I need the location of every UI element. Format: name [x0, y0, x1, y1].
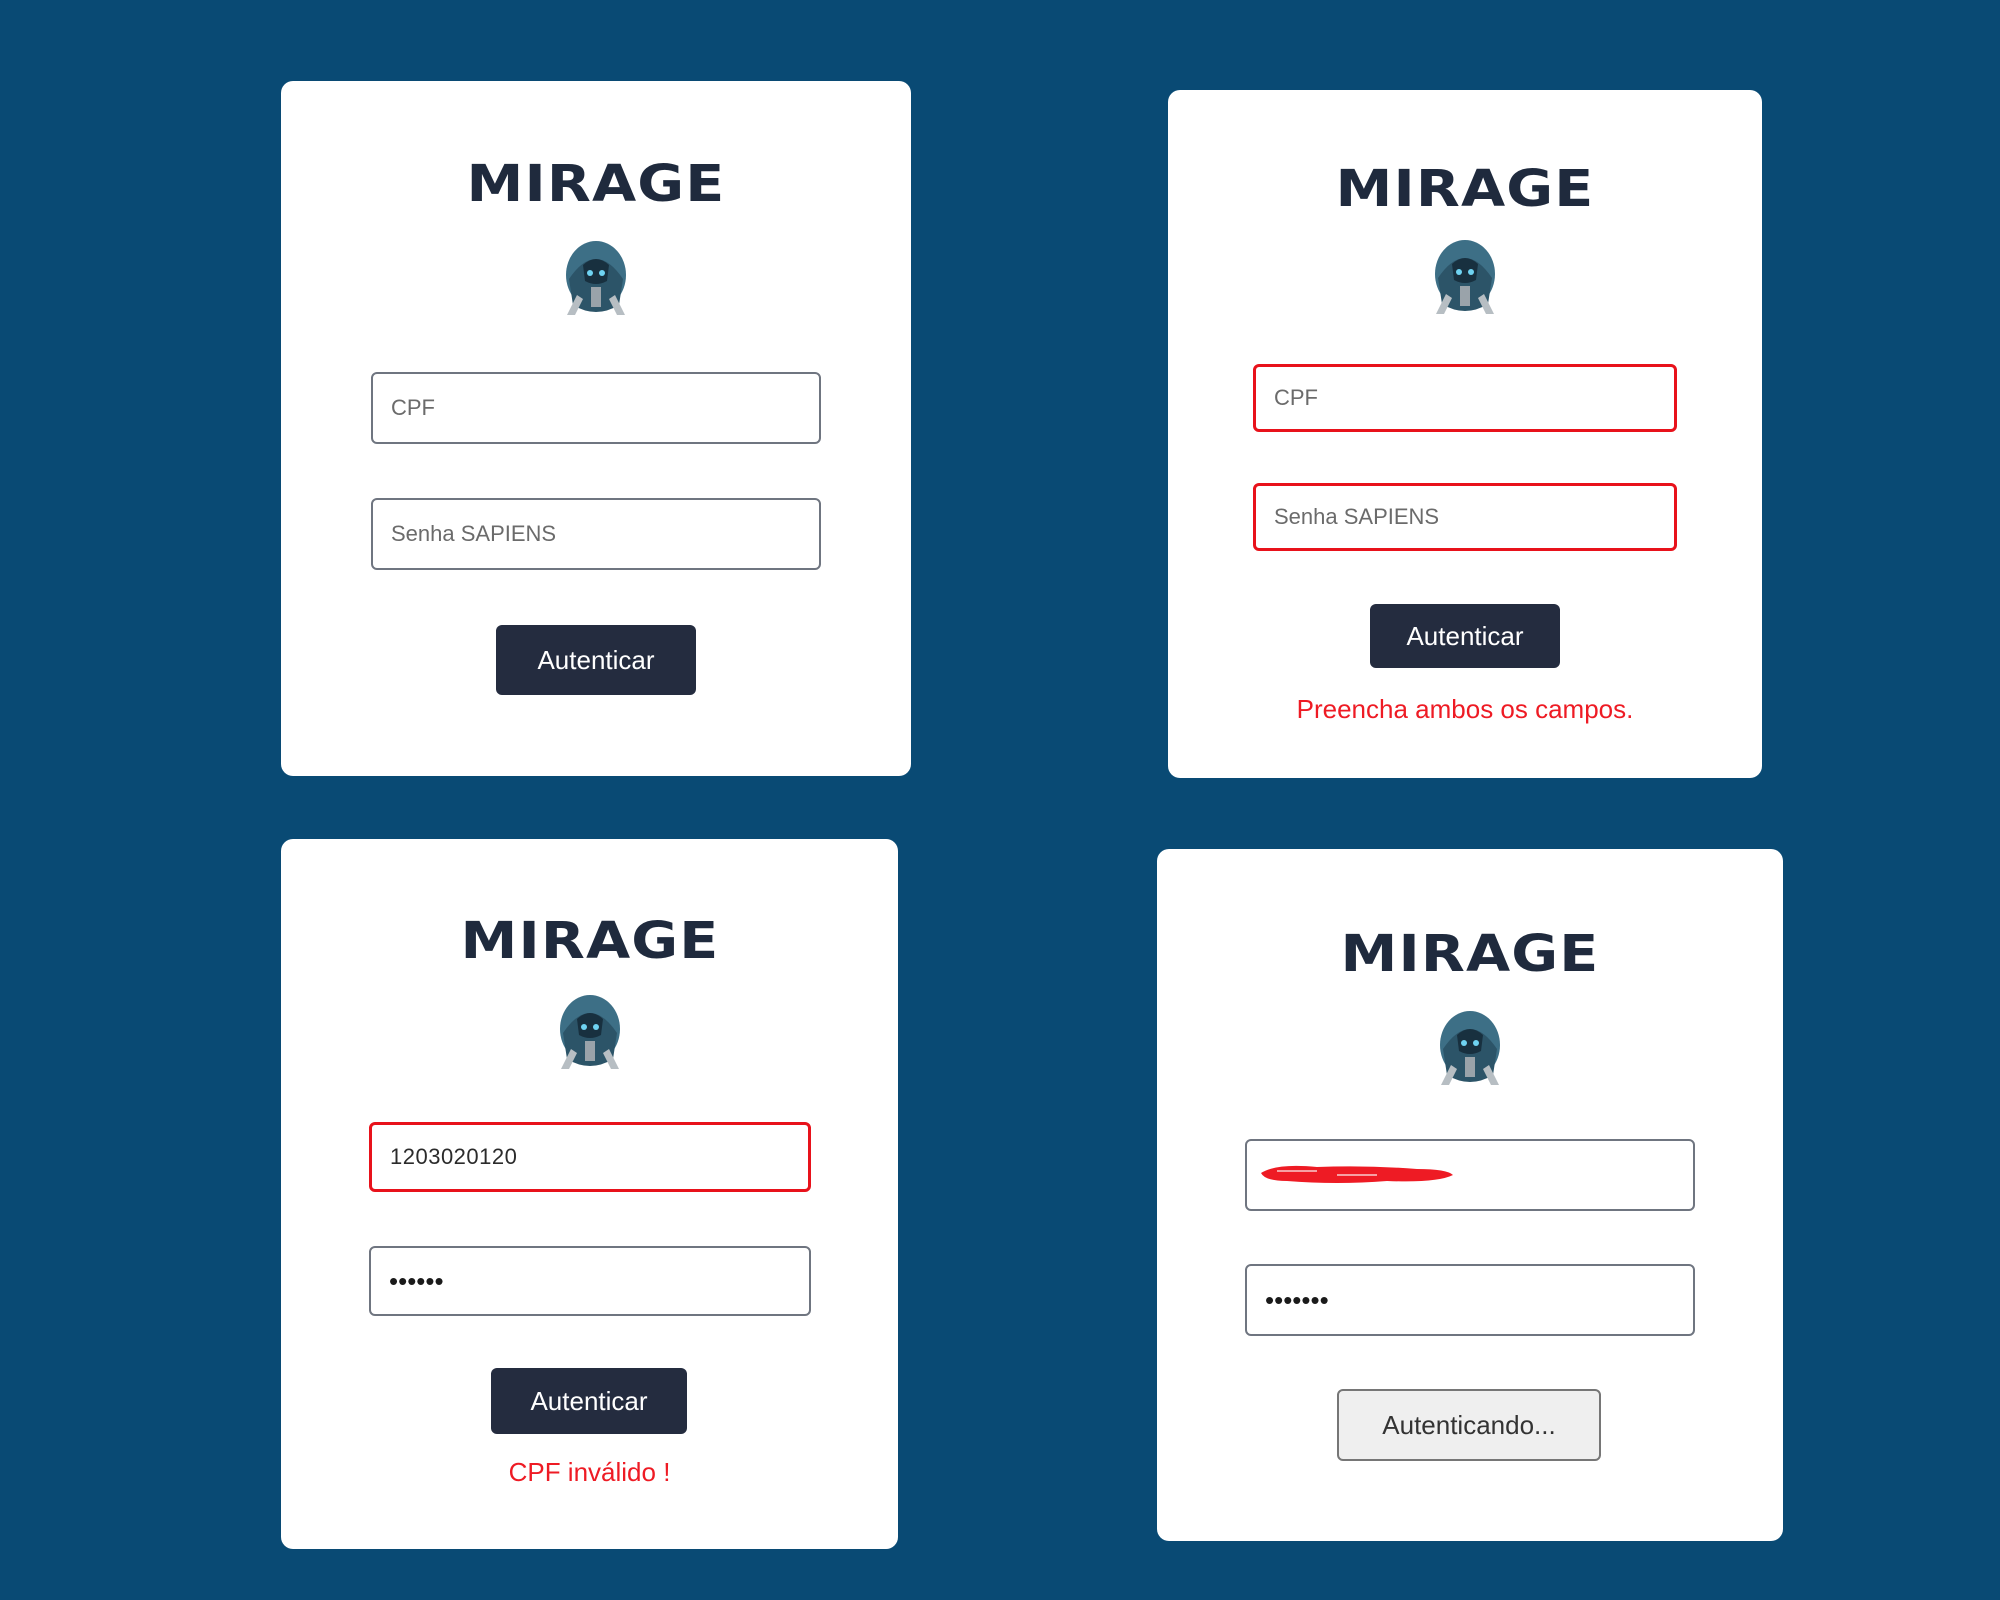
cpf-input[interactable]: [1245, 1139, 1695, 1211]
mirage-logo: MIRAGE: [466, 155, 726, 214]
login-card-missing-fields: MIRAGE CPF Senha SAPIENS Autenticar Pree…: [1168, 90, 1762, 778]
password-input[interactable]: Senha SAPIENS: [1253, 483, 1677, 551]
login-card-authenticating: MIRAGE ••••••• Autenticando...: [1157, 849, 1783, 1541]
authenticate-button[interactable]: Autenticar: [1370, 604, 1560, 668]
cpf-input[interactable]: CPF: [371, 372, 821, 444]
error-message: CPF inválido !: [508, 1457, 671, 1487]
login-card-empty: MIRAGE CPF Senha SAPIENS Autenticar: [281, 81, 911, 776]
password-placeholder: Senha SAPIENS: [1274, 504, 1440, 529]
cpf-input[interactable]: 1203020120: [369, 1122, 811, 1192]
redaction-scribble: [1261, 1165, 1453, 1183]
password-masked-value: ••••••: [389, 1266, 444, 1296]
password-input[interactable]: •••••••: [1245, 1264, 1695, 1336]
password-input[interactable]: ••••••: [369, 1246, 811, 1316]
robot-helmet-icon: [1440, 1011, 1500, 1085]
password-placeholder: Senha SAPIENS: [391, 521, 557, 546]
cpf-placeholder: CPF: [391, 395, 435, 420]
robot-helmet-icon: [1435, 240, 1495, 314]
mirage-logo: MIRAGE: [1335, 160, 1595, 219]
authenticate-button[interactable]: Autenticar: [491, 1368, 687, 1434]
authenticating-button[interactable]: Autenticando...: [1337, 1389, 1601, 1461]
mirage-logo: MIRAGE: [1340, 925, 1600, 984]
authenticate-button[interactable]: Autenticar: [496, 625, 696, 695]
mirage-logo: MIRAGE: [460, 912, 719, 971]
cpf-value: 1203020120: [390, 1144, 518, 1169]
cpf-placeholder: CPF: [1274, 385, 1318, 410]
password-input[interactable]: Senha SAPIENS: [371, 498, 821, 570]
robot-helmet-icon: [559, 995, 620, 1069]
login-card-invalid-cpf: MIRAGE 1203020120 •••••• Autenticar CPF …: [281, 839, 898, 1549]
cpf-input[interactable]: CPF: [1253, 364, 1677, 432]
password-masked-value: •••••••: [1265, 1285, 1329, 1315]
error-message: Preencha ambos os campos.: [1296, 694, 1634, 724]
robot-helmet-icon: [566, 241, 626, 315]
